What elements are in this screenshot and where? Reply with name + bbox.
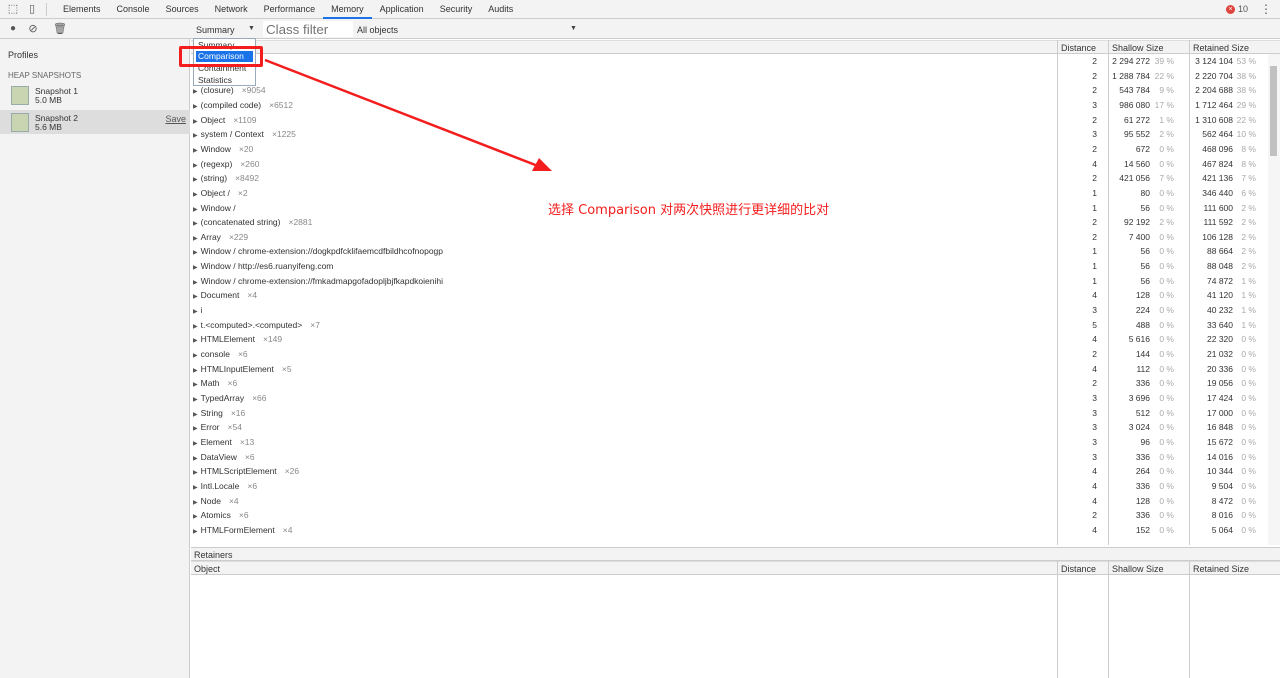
- annotation-arrow: [264, 58, 552, 171]
- arrow-line: [264, 58, 539, 168]
- annotation-text: 选择 Comparison 对两次快照进行更详细的比对: [548, 203, 830, 218]
